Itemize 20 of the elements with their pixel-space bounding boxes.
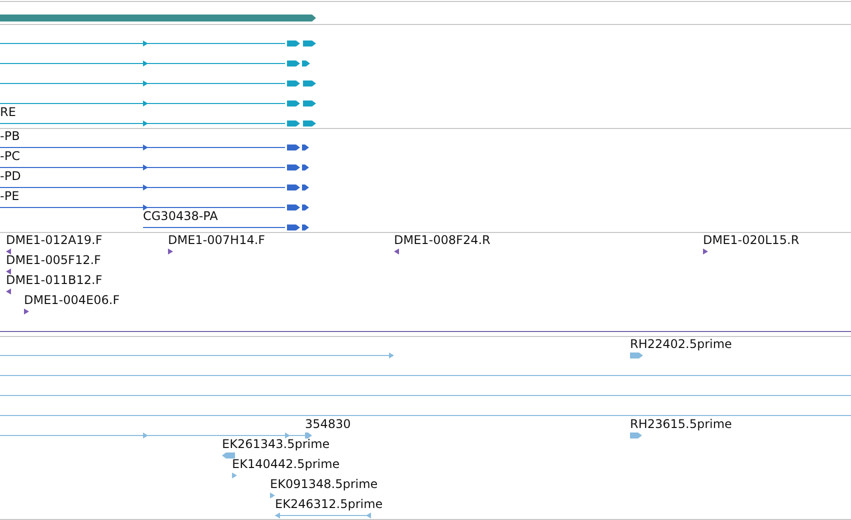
feature-label: EK261343.5prime <box>222 437 330 451</box>
feature-label: DME1-004E06.F <box>24 293 120 307</box>
feature-label: -PC <box>0 149 20 163</box>
feature-label: DME1-005F12.F <box>6 253 101 267</box>
feature-label: RH23615.5prime <box>630 417 732 431</box>
feature-label: -PD <box>0 169 21 183</box>
feature-label: DME1-012A19.F <box>6 233 102 247</box>
feature-label: -PE <box>0 189 20 203</box>
feature-label: EK140442.5prime <box>232 457 340 471</box>
feature-label: CG30438-PA <box>143 209 218 223</box>
feature-label: 354830 <box>305 417 351 431</box>
feature-label: RE <box>0 105 16 119</box>
feature-label: DME1-007H14.F <box>168 233 266 247</box>
feature-label: DME1-011B12.F <box>6 273 102 287</box>
feature-label: EK091348.5prime <box>270 477 378 491</box>
feature-label: DME1-020L15.R <box>703 233 800 247</box>
feature-label: -PB <box>0 129 20 143</box>
feature-label: EK246312.5prime <box>275 497 383 511</box>
feature-label: DME1-008F24.R <box>394 233 490 247</box>
feature-label: RH22402.5prime <box>630 337 732 351</box>
